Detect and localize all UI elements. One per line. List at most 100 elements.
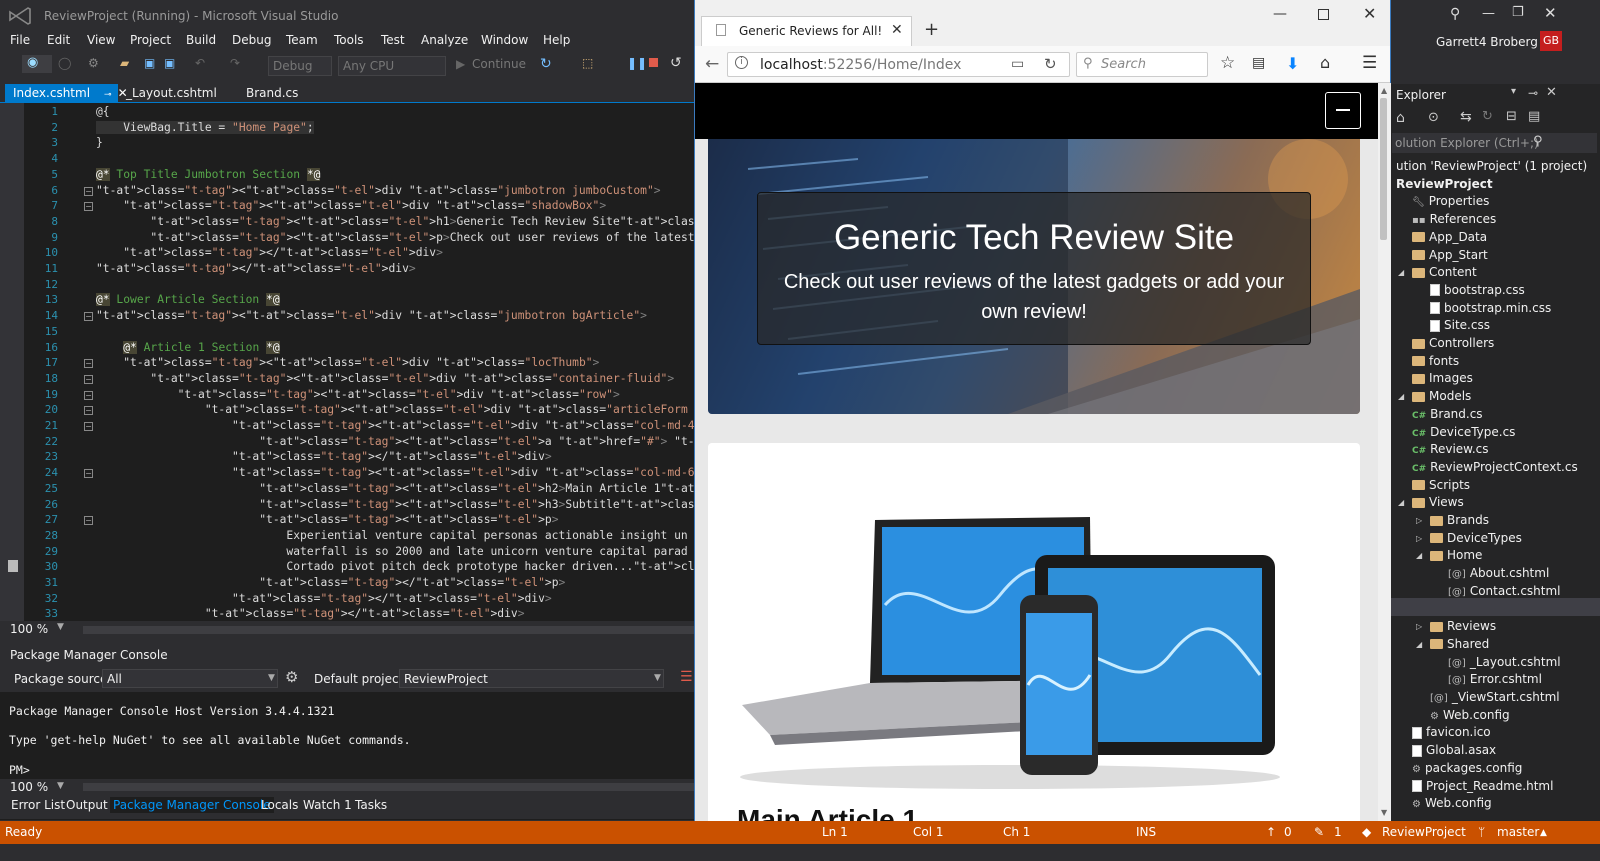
code-line[interactable]: Experiential venture capital personas ac… [96,529,687,542]
fold-toggle-icon[interactable]: − [84,374,93,384]
tab-brand-cs[interactable]: Brand.cs [238,84,306,103]
pin-icon[interactable]: ⊸ [1528,86,1538,100]
home-icon[interactable]: ⌂ [1320,53,1330,72]
solution-item[interactable]: [@] _ViewStart.cshtml [1430,690,1560,704]
redo-icon[interactable]: ↷ [230,56,240,70]
home-icon[interactable]: ⌂ [1396,110,1405,126]
code-line[interactable]: "t-at">class="t-tag"><"t-at">class="t-el… [96,184,661,197]
code-line[interactable]: "t-at">class="t-tag"></"t-at">class="t-e… [96,576,565,589]
tab-index-cshtml[interactable]: Index.cshtml ⊸ ✕ [5,84,128,103]
scroll-up-icon[interactable]: ▲ [1381,86,1387,95]
menu-help[interactable]: Help [543,33,570,47]
solution-item[interactable]: C# ReviewProjectContext.cs [1412,460,1578,474]
code-line[interactable]: @* Article 1 Section *@ [96,340,280,354]
solution-item[interactable]: ▷ Reviews [1416,619,1496,633]
solution-item[interactable]: ⚙ packages.config [1412,761,1522,775]
bookmarks-list-icon[interactable]: ▤ [1252,55,1265,71]
window-position-icon[interactable]: ▾ [1511,86,1516,97]
code-line[interactable]: "t-at">class="t-tag"><"t-at">class="t-el… [96,356,599,369]
menu-view[interactable]: View [87,33,115,47]
hamburger-menu-icon[interactable]: ☰ [1362,53,1377,73]
solution-item[interactable]: C# Review.cs [1412,442,1489,456]
devices-image[interactable] [730,505,1290,795]
menu-window[interactable]: Window [481,33,528,47]
browser-maximize-icon[interactable] [1318,9,1329,20]
branch-menu-icon[interactable]: ▲ [1540,828,1547,838]
close-icon[interactable]: ✕ [1546,85,1557,100]
refresh-browser-icon[interactable]: ↻ [540,56,552,72]
menu-file[interactable]: File [10,33,30,47]
forward-icon[interactable]: ◯ [58,56,71,70]
default-project-select[interactable]: ReviewProject [399,669,664,688]
solution-item[interactable]: C# DeviceType.cs [1412,425,1515,439]
user-avatar[interactable]: GB [1540,31,1562,51]
code-line[interactable]: @{ [96,105,110,118]
bookmark-star-icon[interactable]: ☆ [1220,53,1235,73]
solution-item[interactable]: Scripts [1412,478,1470,492]
code-line[interactable]: @* Top Title Jumbotron Section *@ [96,167,321,181]
console-zoom-select[interactable]: 100 % [10,780,48,794]
new-tab-icon[interactable]: + [924,19,939,40]
code-line[interactable]: "t-at">class="t-tag"></"t-at">class="t-e… [96,262,416,275]
solution-item[interactable]: Global.asax [1412,743,1496,757]
scroll-down-icon[interactable]: ▼ [1381,808,1387,817]
editor-zoom-select[interactable]: 100 % [10,622,48,636]
console-prompt[interactable]: PM> [9,763,30,777]
tab-tasks[interactable]: Tasks [352,797,390,813]
tab-error-list[interactable]: Error List [8,797,68,813]
expand-icon[interactable]: ◢ [1416,551,1422,560]
solution-item[interactable]: ◢ Shared [1416,637,1489,651]
branch-name[interactable]: master [1497,825,1539,839]
solution-item[interactable]: [@] _Layout.cshtml [1448,655,1561,669]
code-line[interactable]: "t-at">class="t-tag"><"t-at">class="t-el… [96,372,674,385]
restart-icon[interactable]: ↺ [670,55,682,71]
fold-toggle-icon[interactable]: − [84,390,93,400]
menu-tools[interactable]: Tools [334,33,364,47]
fold-toggle-icon[interactable]: − [84,516,93,526]
code-line[interactable]: "t-at">class="t-tag"><"t-at">class="t-el… [96,388,620,401]
code-line[interactable]: "t-at">class="t-tag"><"t-at">class="t-el… [96,403,756,416]
expand-icon[interactable]: ◢ [1398,268,1404,277]
fold-toggle-icon[interactable]: − [84,312,93,322]
menu-edit[interactable]: Edit [47,33,70,47]
scrollbar-thumb[interactable] [1380,98,1387,240]
browser-minimize-icon[interactable]: — [1273,6,1287,22]
expand-icon[interactable]: ◢ [1398,392,1404,401]
history-icon[interactable]: ⊙ [1428,110,1439,125]
toolbox-icon[interactable]: ⚙ [88,56,99,70]
code-line[interactable]: ViewBag.Title = "Home Page"; [96,120,314,134]
undo-icon[interactable]: ↶ [195,56,205,70]
code-line[interactable]: "t-at">class="t-tag"><"t-at">class="t-el… [96,199,606,212]
code-line[interactable]: "t-at">class="t-tag"><"t-at">class="t-el… [96,309,647,322]
solution-item[interactable]: ▷ DeviceTypes [1416,531,1522,545]
clear-console-icon[interactable]: ☰ [680,669,693,685]
fold-toggle-icon[interactable]: − [84,469,93,479]
unpushed-count[interactable]: 0 [1284,825,1292,839]
repo-name[interactable]: ReviewProject [1382,825,1466,839]
show-all-files-icon[interactable]: ▤ [1528,109,1540,124]
browser-close-icon[interactable]: ✕ [1363,4,1376,23]
code-line[interactable]: "t-at">class="t-tag"><"t-at">class="t-el… [96,466,708,479]
settings-gear-icon[interactable]: ⚙ [285,668,298,686]
menu-project[interactable]: Project [130,33,171,47]
code-line[interactable]: @* Lower Article Section *@ [96,293,280,307]
fold-toggle-icon[interactable]: − [84,202,93,212]
tab-layout-cshtml[interactable]: _Layout.cshtml [118,84,225,103]
save-icon[interactable]: ▣ [144,56,155,70]
solution-item[interactable]: Controllers [1412,336,1494,350]
solution-item[interactable]: [@] About.cshtml [1448,566,1549,580]
zoom-dropdown-icon[interactable]: ▼ [57,622,64,632]
solution-item[interactable]: bootstrap.css [1430,283,1525,297]
code-line[interactable]: "t-at">class="t-tag"><"t-at">class="t-el… [96,419,708,432]
solution-item[interactable]: ◢ Home [1416,548,1482,562]
pause-icon[interactable]: ❚❚ [627,56,647,70]
solution-item[interactable]: C# Brand.cs [1412,407,1483,421]
code-line[interactable]: "t-at">class="t-tag"></"t-at">class="t-e… [96,246,443,259]
solution-item[interactable]: ⚙ Web.config [1430,708,1510,722]
solution-item[interactable]: 🔧︎ Properties [1412,194,1489,208]
code-line[interactable]: "t-at">class="t-tag"><"t-at">class="t-el… [96,513,558,526]
fold-toggle-icon[interactable]: − [84,359,93,369]
platform-select[interactable]: Any CPU [338,56,446,76]
tab-locals[interactable]: Locals [258,797,301,813]
menu-debug[interactable]: Debug [232,33,271,47]
